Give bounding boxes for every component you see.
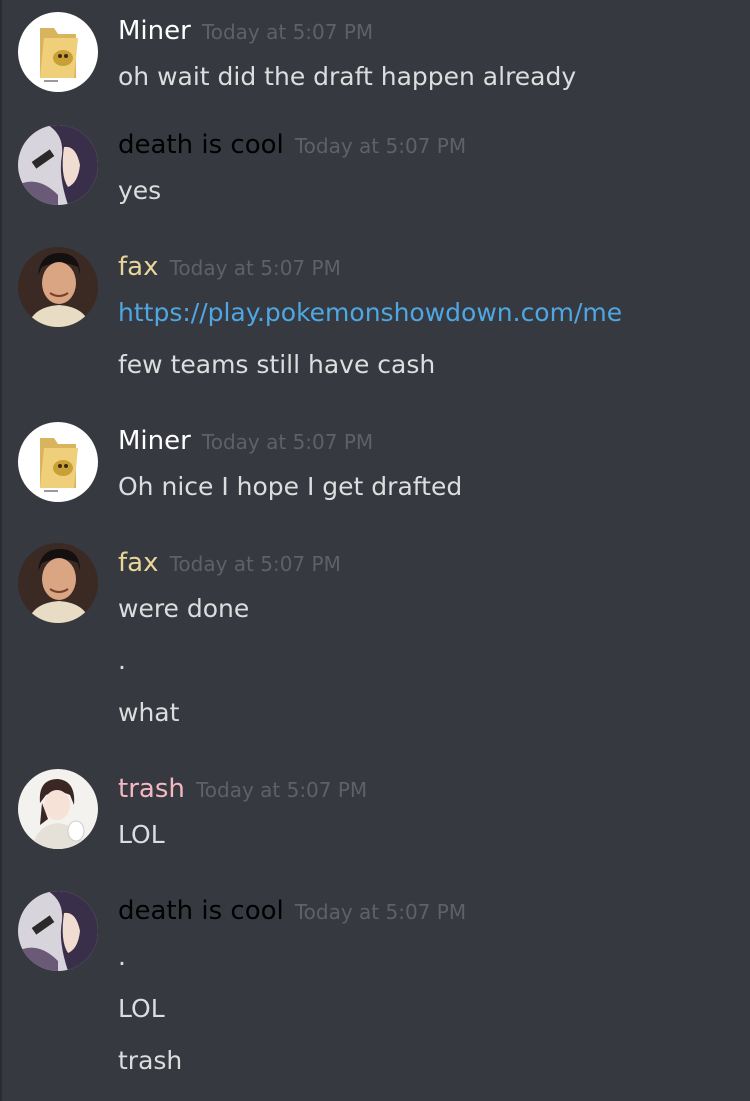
timestamp: Today at 5:07 PM [294,900,467,924]
anime-girl-avatar-icon[interactable] [18,125,98,205]
message-text: oh wait did the draft happen already [118,62,577,91]
message-text: few teams still have cash [118,350,436,379]
chat-messages[interactable]: Miner Today at 5:07 PM oh wait did the d… [0,0,750,1101]
timestamp: Today at 5:07 PM [294,134,467,158]
folder-pokemon-avatar-icon[interactable] [18,422,98,502]
message-text: were done [118,594,250,623]
message-link[interactable]: https://play.pokemonshowdown.com/me [118,297,622,329]
timestamp: Today at 5:07 PM [201,20,374,44]
message-text: LOL [118,994,165,1023]
man-portrait-avatar-icon[interactable] [18,247,98,327]
message-text: yes [118,176,162,205]
anime-girl-avatar-icon[interactable] [18,891,98,971]
message-text: LOL [118,820,165,849]
message-text: . [118,942,126,971]
folder-pokemon-avatar-icon[interactable] [18,12,98,92]
message-text: what [118,698,180,727]
username[interactable]: death is cool [118,896,284,926]
message-text: trash [118,1046,183,1075]
anime-character-avatar-icon[interactable] [18,769,98,849]
username[interactable]: Miner [118,16,191,46]
timestamp: Today at 5:07 PM [169,256,341,280]
username[interactable]: Miner [118,426,191,456]
message-text: . [118,646,126,675]
message-text: Oh nice I hope I get drafted [118,472,463,501]
username[interactable]: fax [118,252,158,282]
username[interactable]: fax [118,548,158,578]
timestamp: Today at 5:07 PM [201,430,374,454]
timestamp: Today at 5:07 PM [169,552,341,576]
username[interactable]: trash [118,774,185,804]
timestamp: Today at 5:07 PM [195,778,368,802]
left-divider [0,0,2,1101]
man-portrait-avatar-icon[interactable] [18,543,98,623]
username[interactable]: death is cool [118,130,284,160]
